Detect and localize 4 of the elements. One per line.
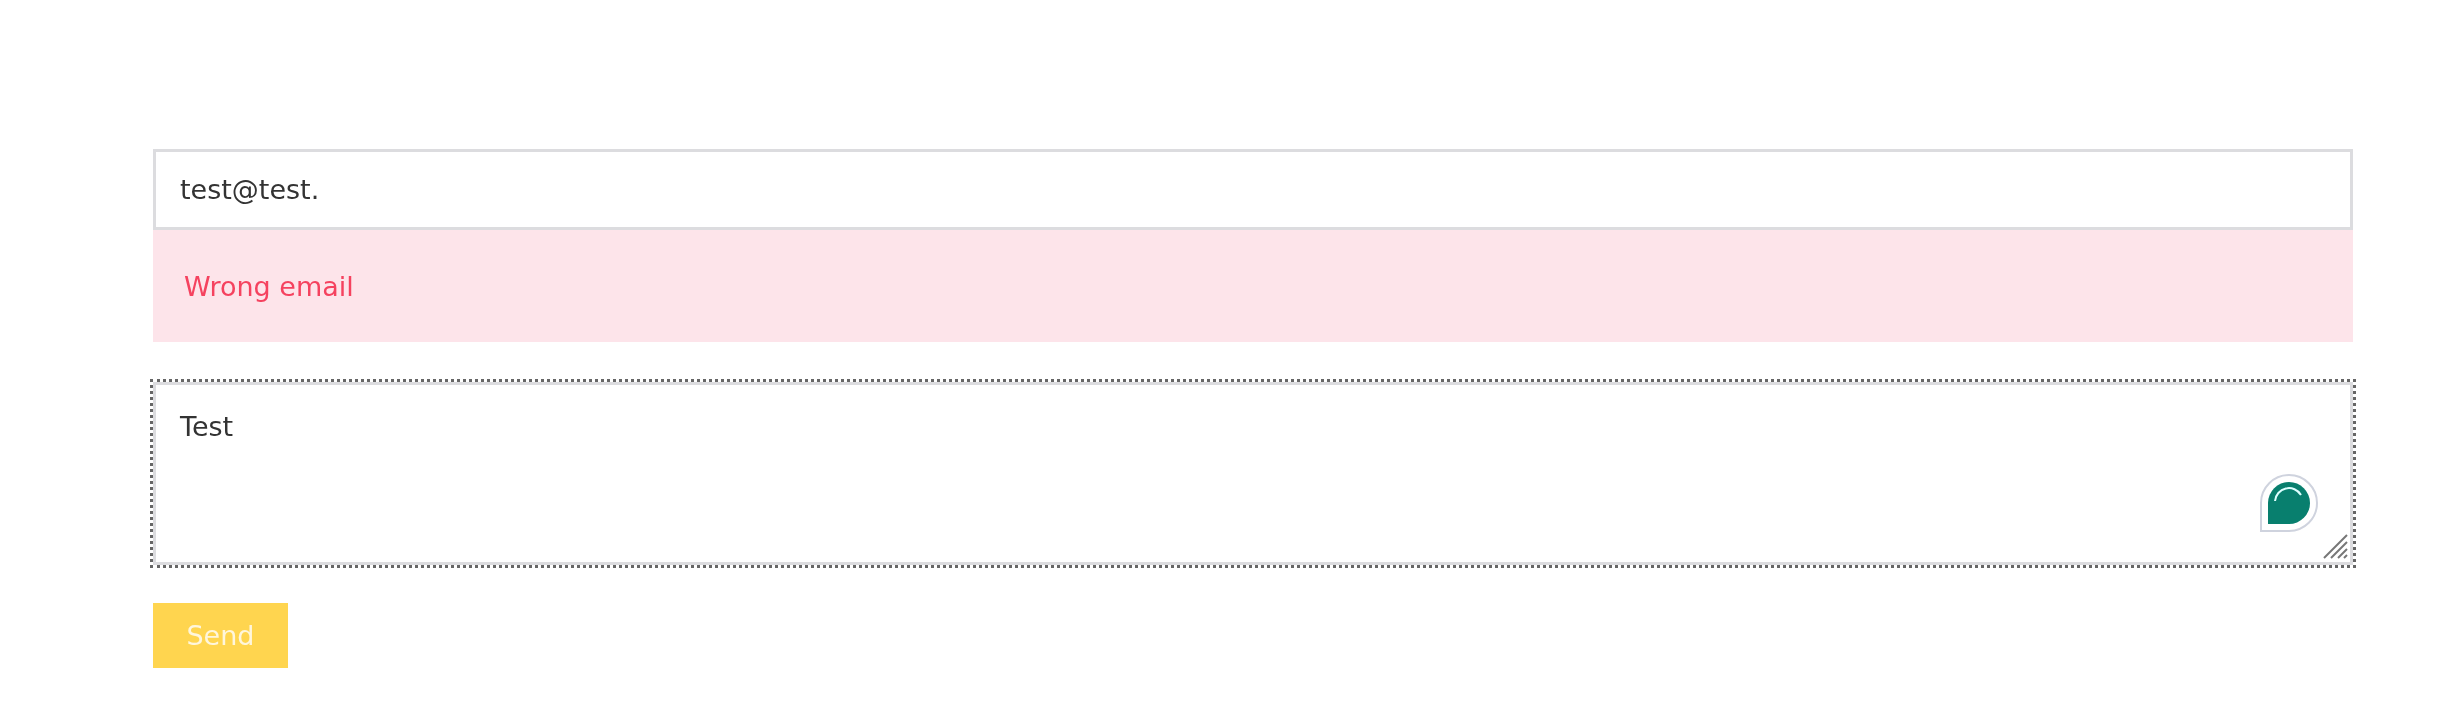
email-field[interactable]: test@test.	[153, 149, 2353, 230]
error-message: Wrong email	[153, 230, 2353, 342]
message-field[interactable]: Test	[153, 382, 2353, 565]
resize-grip-icon[interactable]	[2323, 534, 2348, 559]
